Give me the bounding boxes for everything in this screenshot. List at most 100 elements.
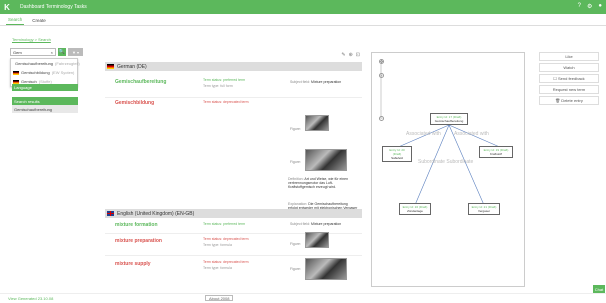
concept-graph[interactable]: ✥ + − Entry Id: 17 (Draft) Gemischaufber…	[371, 52, 525, 287]
edge-subordinate-right	[448, 124, 485, 206]
term-type: Term type: formula	[203, 266, 232, 270]
figure-label: Figure:	[290, 127, 301, 131]
footer-about[interactable]: About 2008	[205, 295, 234, 301]
search-row: Gem × 🔍 ▼ ▾	[10, 48, 83, 56]
suggestion-term: Gemischaufbereitung	[15, 61, 54, 66]
search-input-value: Gem	[13, 49, 22, 55]
term-status: Term status: preferred term	[203, 222, 245, 226]
breadcrumb[interactable]: Terminology > Search	[12, 37, 51, 42]
german-flag-icon	[13, 70, 19, 75]
divider	[105, 255, 362, 256]
carburetor-image[interactable]	[305, 149, 347, 171]
filter-button[interactable]: ▼ ▾	[68, 48, 83, 56]
suggestion-term: Gemischbildung	[21, 70, 50, 75]
graph-node-left[interactable]: Entry Id: 20 (Draft) Saftefeld	[382, 146, 412, 162]
add-icon[interactable]: ⊕	[349, 52, 353, 58]
figure-label: Figure:	[290, 242, 301, 246]
pan-icon[interactable]: ✥	[379, 59, 384, 64]
term-type: Term type: formula	[203, 243, 232, 247]
language-name: German (DE)	[117, 63, 147, 70]
entry-actions-panel: Like Watch ☐ Send feedback Request new t…	[539, 52, 599, 107]
german-flag-icon	[107, 64, 114, 69]
main-navigation[interactable]: Dashboard Terminology Tasks	[20, 4, 87, 10]
subject-field: Subject field: Mixture preparation	[290, 80, 341, 84]
request-new-term-button[interactable]: Request new term	[539, 85, 599, 94]
language-name: English (United Kingdom) (EN-GB)	[117, 210, 195, 217]
node-term: Vergaser	[477, 209, 490, 213]
gear-icon[interactable]: ⚙	[587, 3, 592, 10]
suggestion-item[interactable]: Gemischaufbereitung (Fahrzeugteil)	[11, 59, 80, 68]
field-label: Subject field:	[290, 80, 311, 84]
node-term: Zündanlage	[407, 209, 423, 213]
term-name[interactable]: Gemischbildung	[115, 100, 154, 106]
search-input[interactable]: Gem ×	[10, 48, 56, 56]
field-label: Subject field:	[290, 222, 311, 226]
graph-edges	[380, 63, 503, 206]
node-id: Entry Id: 20 (Draft)	[389, 148, 405, 156]
status-value: Term status: deprecated term	[203, 100, 249, 104]
relation-label: Subordinate Subordinate	[418, 159, 474, 165]
status-value: Term status: deprecated term	[203, 260, 249, 264]
uk-flag-icon	[107, 211, 114, 216]
app-logo[interactable]: K	[0, 0, 14, 14]
divider	[105, 97, 362, 98]
english-section-header: English (United Kingdom) (EN-GB)	[105, 209, 362, 218]
send-feedback-button[interactable]: ☐ Send feedback	[539, 74, 599, 83]
tab-search[interactable]: Search	[6, 17, 25, 25]
carburetor-image[interactable]	[305, 258, 347, 280]
search-results-header: Search results	[12, 97, 78, 105]
suggestion-sub: (Fahrzeugteil)	[55, 61, 80, 66]
clear-icon[interactable]: ×	[51, 50, 53, 55]
subject-field: Subject field: Mixture preparation	[290, 222, 341, 226]
language-select[interactable]: Language	[12, 84, 78, 91]
field-value: Mixture preparation	[311, 222, 342, 226]
search-button[interactable]: 🔍	[58, 48, 66, 56]
footer: View Generated 23.10.08 About 2008	[0, 293, 606, 303]
german-flag-icon	[13, 79, 19, 84]
user-icon[interactable]: ●	[598, 3, 602, 10]
chat-button[interactable]: Chat	[593, 285, 605, 293]
zoom-out-icon[interactable]: −	[379, 116, 384, 121]
suggestion-item[interactable]: Gemischbildung (EW Syoten)	[11, 68, 77, 77]
field-value: Mixture preparation	[311, 80, 342, 84]
term-status: Term status: deprecated term	[203, 100, 249, 104]
status-value: Term status: deprecated term	[203, 237, 249, 241]
delete-entry-button[interactable]: 🗑 Delete entry	[539, 96, 599, 105]
search-result-item[interactable]: Gemischaufbereitung	[12, 105, 78, 113]
graph-node-right[interactable]: Entry Id: 19 (Draft) Kraftstoff	[479, 146, 513, 158]
like-button[interactable]: Like	[539, 52, 599, 61]
zoom-in-icon[interactable]: +	[379, 73, 384, 78]
suggestion-dropdown: Gemischaufbereitung (Fahrzeugteil) Gemisc…	[10, 58, 80, 87]
term-status: Term status: preferred term	[203, 78, 245, 82]
footer-version: View Generated 23.10.08	[8, 296, 54, 301]
edge-subordinate-left	[414, 124, 450, 206]
definition-field: Definition: Art und Weise, wie für einen…	[288, 177, 358, 189]
top-navigation-bar: K Dashboard Terminology Tasks ? ⚙ ●	[0, 0, 606, 14]
edit-icon[interactable]: ✎	[341, 52, 345, 58]
term-name[interactable]: mixture preparation	[115, 238, 162, 244]
german-section-header: German (DE)	[105, 62, 362, 71]
sub-tabs: Search Create	[0, 14, 606, 26]
engine-image[interactable]	[305, 232, 329, 248]
topbar-icons: ? ⚙ ●	[578, 3, 602, 10]
status-value: Term status: preferred term	[203, 222, 246, 226]
relation-label: Associated with	[406, 131, 441, 137]
help-icon[interactable]: ?	[578, 3, 581, 10]
node-term: Saftefeld	[391, 156, 403, 160]
graph-node-center[interactable]: Entry Id: 17 (Draft) Gemischaufbereitung	[430, 113, 468, 125]
term-status: Term status: deprecated term	[203, 237, 249, 241]
tab-create[interactable]: Create	[30, 18, 48, 25]
term-name[interactable]: Gemischaufbereitung	[115, 79, 166, 85]
graph-node-bottom-right[interactable]: Entry Id: 21 (Draft) Vergaser	[468, 203, 500, 215]
entry-detail: ✎ ⊕ ⊡ German (DE) Gemischaufbereitung Te…	[105, 52, 362, 287]
term-name[interactable]: mixture supply	[115, 261, 151, 267]
status-value: Term status: preferred term	[203, 78, 246, 82]
watch-button[interactable]: Watch	[539, 63, 599, 72]
expand-icon[interactable]: ⊡	[356, 52, 360, 58]
graph-node-bottom-left[interactable]: Entry Id: 16 (Draft) Zündanlage	[399, 203, 431, 215]
engine-image[interactable]	[305, 115, 329, 131]
term-name[interactable]: mixture formation	[115, 222, 158, 228]
figure-label: Figure:	[290, 267, 301, 271]
node-term: Kraftstoff	[490, 152, 502, 156]
relation-label: Associated with	[454, 131, 489, 137]
